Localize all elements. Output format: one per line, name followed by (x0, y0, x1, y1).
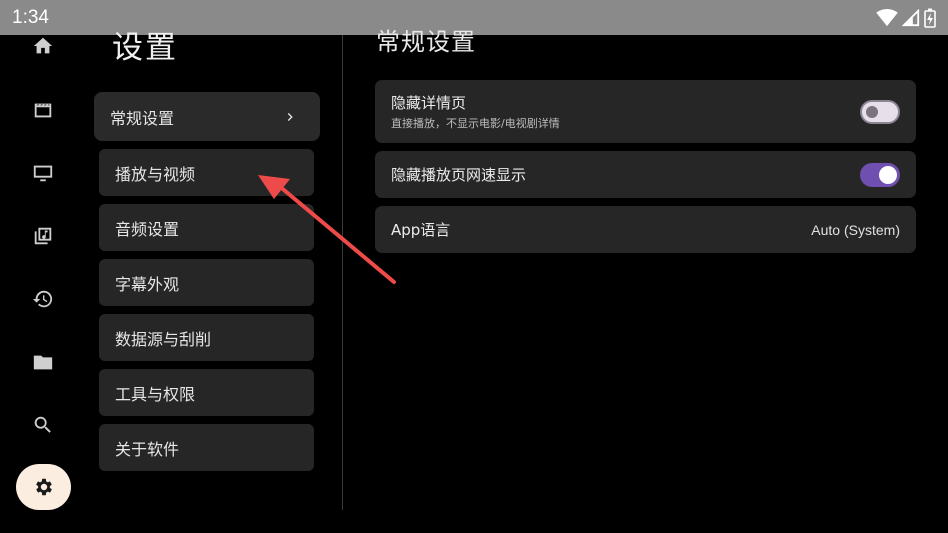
nav-files[interactable] (16, 339, 70, 385)
category-label: 字幕外观 (115, 274, 180, 294)
nav-movies[interactable] (16, 87, 70, 133)
chevron-right-icon (287, 112, 293, 121)
category-label: 关于软件 (115, 439, 180, 459)
setting-app-language[interactable]: App语言 Auto (System) (375, 206, 916, 253)
category-label: 工具与权限 (115, 384, 196, 404)
signal-icon (902, 8, 920, 27)
music-library-icon (34, 227, 52, 245)
setting-label: App语言 (391, 221, 451, 239)
category-playback-video[interactable]: 播放与视频 (99, 149, 314, 196)
hide-detail-toggle[interactable] (860, 99, 900, 124)
search-icon (34, 416, 51, 433)
nav-settings[interactable] (16, 464, 71, 510)
hide-speed-toggle[interactable] (860, 162, 900, 187)
setting-hide-detail[interactable]: 隐藏详情页 直接播放，不显示电影/电视剧详情 (375, 80, 916, 143)
pane-divider (342, 35, 343, 510)
category-label: 常规设置 (110, 108, 175, 128)
wifi-icon (876, 8, 898, 27)
setting-description: 直接播放，不显示电影/电视剧详情 (391, 117, 560, 130)
nav-home[interactable] (16, 23, 70, 69)
category-general[interactable]: 常规设置 (94, 92, 320, 141)
tv-icon (33, 165, 53, 182)
category-subtitle-style[interactable]: 字幕外观 (99, 259, 314, 306)
setting-label: 隐藏详情页 (391, 94, 467, 112)
setting-label: 隐藏播放页网速显示 (391, 166, 527, 184)
nav-search[interactable] (16, 402, 70, 448)
setting-hide-speed[interactable]: 隐藏播放页网速显示 (375, 151, 916, 198)
battery-charging-icon (924, 8, 936, 28)
section-title: 常规设置 (376, 28, 476, 56)
category-audio[interactable]: 音频设置 (99, 204, 314, 251)
status-icons (876, 8, 936, 28)
category-label: 播放与视频 (115, 164, 196, 184)
movie-icon (34, 103, 52, 118)
history-icon (32, 290, 53, 308)
folder-icon (33, 355, 53, 370)
category-about[interactable]: 关于软件 (99, 424, 314, 471)
settings-gear-icon (35, 478, 52, 496)
nav-tv[interactable] (16, 150, 70, 196)
nav-history[interactable] (16, 276, 70, 322)
page-title: 设置 (112, 30, 178, 66)
home-icon (33, 37, 53, 54)
category-data-source[interactable]: 数据源与刮削 (99, 314, 314, 361)
category-label: 音频设置 (115, 219, 180, 239)
category-tools-permissions[interactable]: 工具与权限 (99, 369, 314, 416)
category-label: 数据源与刮削 (115, 329, 212, 349)
navigation-rail (0, 35, 86, 533)
nav-music[interactable] (16, 213, 70, 259)
app-language-value: Auto (System) (811, 221, 900, 238)
